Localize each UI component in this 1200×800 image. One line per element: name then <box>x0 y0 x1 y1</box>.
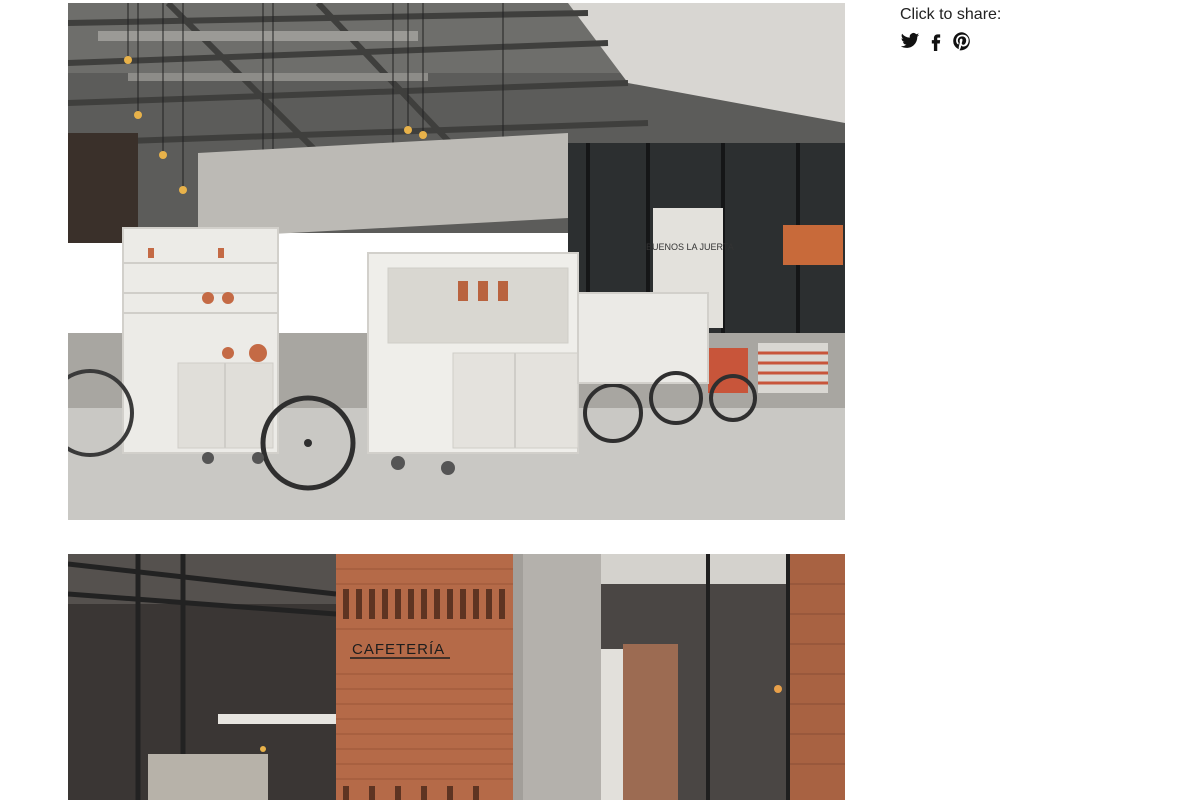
cafeteria-sign: CAFETERÍA <box>352 641 445 658</box>
cafe-carts-photo: BUENOS LA JUERTA <box>68 3 845 520</box>
twitter-icon[interactable] <box>900 31 920 51</box>
facebook-icon[interactable] <box>926 31 946 51</box>
cafeteria-facade-image: CAFETERÍA <box>68 554 845 800</box>
share-panel: Click to share: <box>900 6 1001 51</box>
pinterest-icon[interactable] <box>952 31 972 51</box>
share-label: Click to share: <box>900 6 1002 23</box>
cafe-carts-image: BUENOS LA JUERTA <box>68 3 845 520</box>
storefront-sign: BUENOS LA JUERTA <box>646 242 734 252</box>
cafeteria-facade-photo: CAFETERÍA <box>68 554 845 800</box>
share-icons <box>900 31 1001 51</box>
